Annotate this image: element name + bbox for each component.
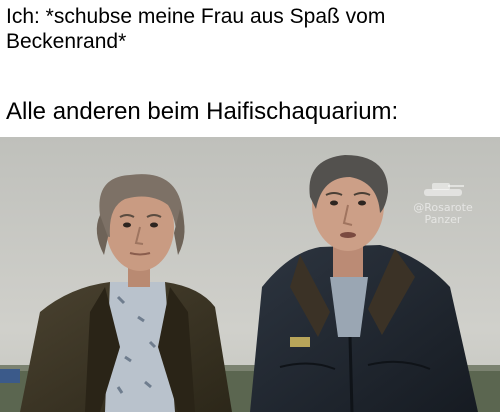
photo-illustration — [0, 137, 500, 412]
caption-bottom-text: Alle anderen beim Haifischaquarium: — [6, 98, 399, 125]
watermark-line2: Panzer — [424, 213, 462, 226]
tank-icon — [424, 183, 464, 196]
watermark: @Rosarote Panzer — [398, 180, 488, 226]
meme-caption: Ich: *schubse meine Frau aus Spaß vom Be… — [0, 0, 500, 136]
jacket-badge-icon — [290, 337, 310, 347]
meme-photo: @Rosarote Panzer — [0, 137, 500, 412]
sign-icon — [0, 369, 20, 383]
caption-top-text: Ich: *schubse meine Frau aus Spaß vom Be… — [6, 5, 392, 53]
